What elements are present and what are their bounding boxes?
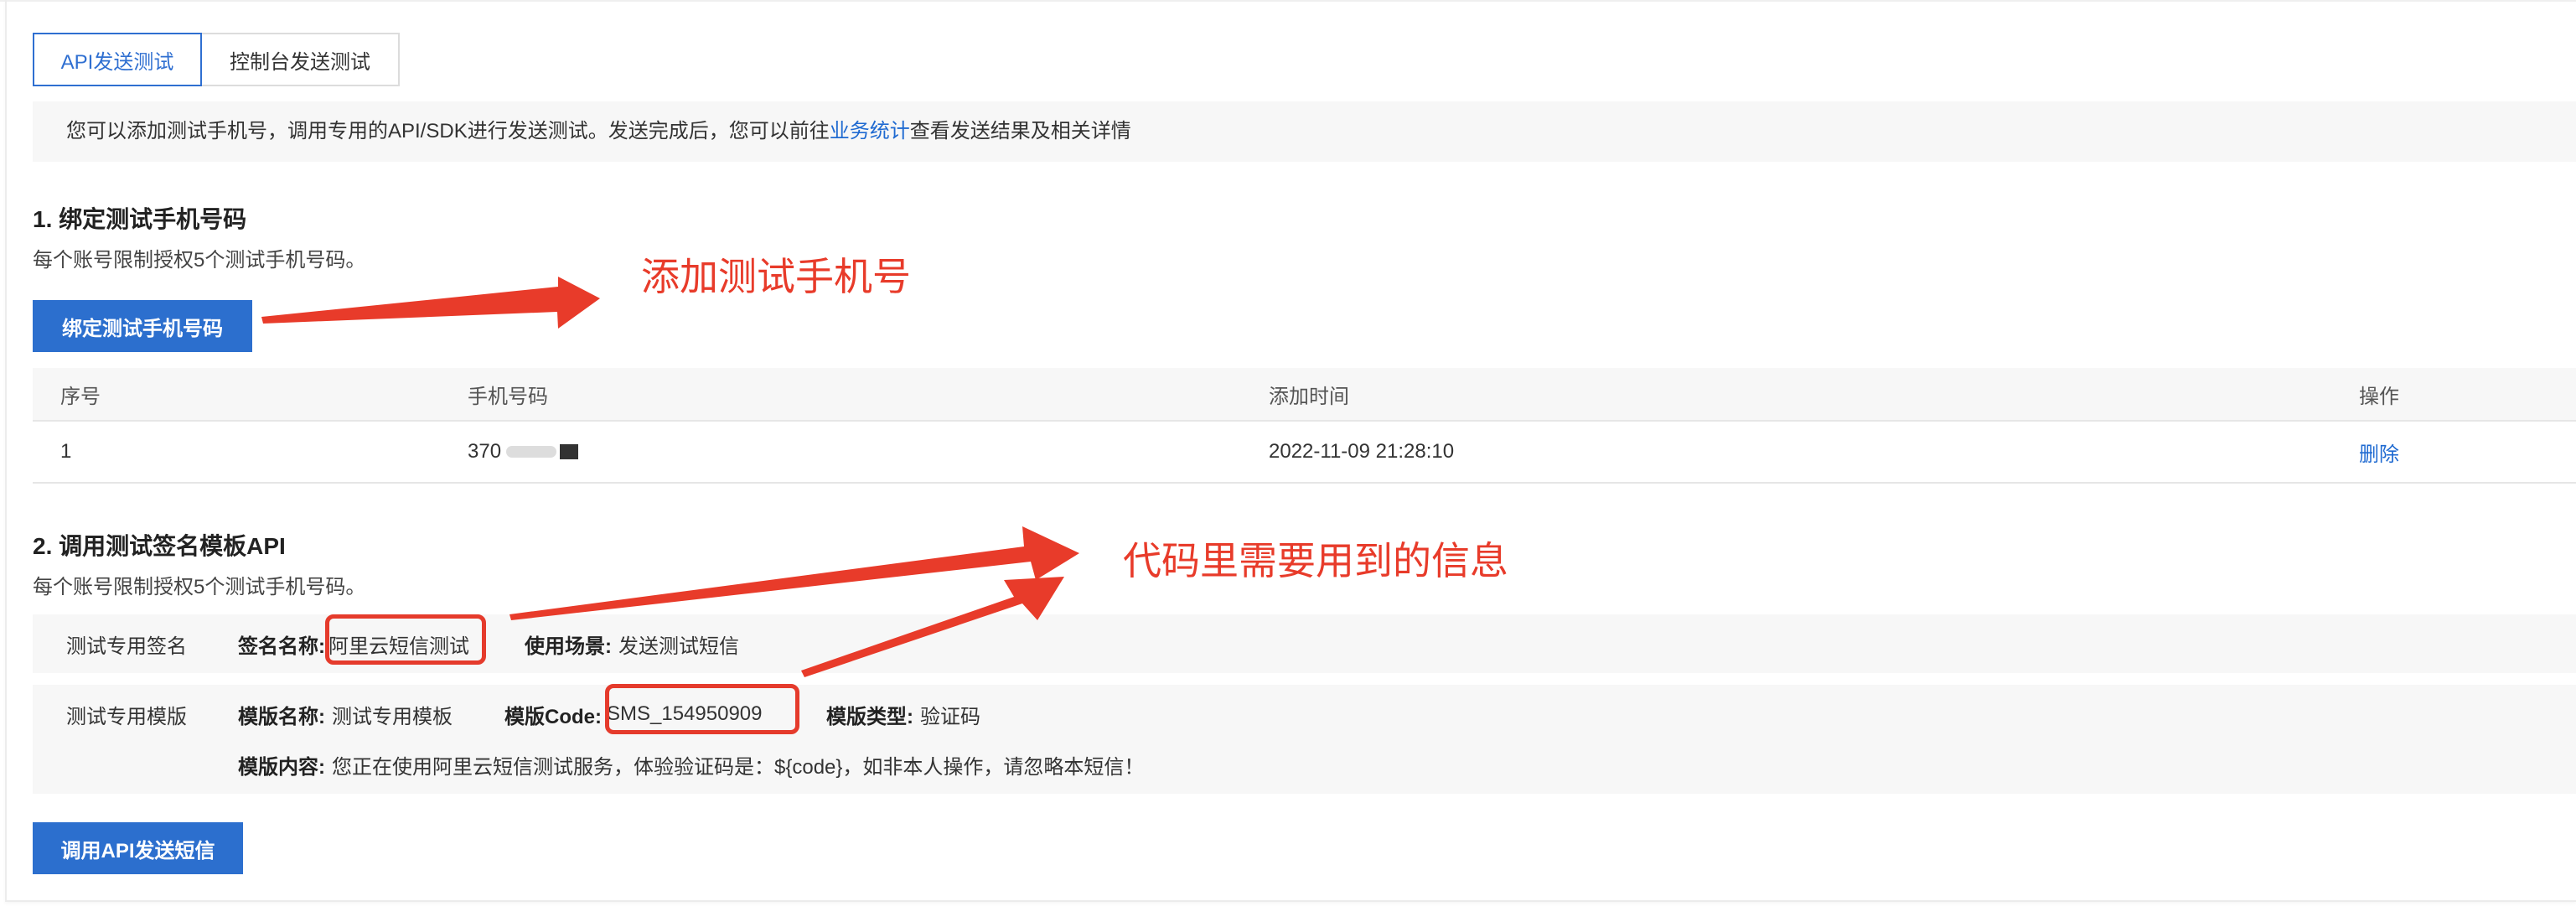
annotation-needed-info: 代码里需要用到的信息 [1123, 538, 1508, 583]
tab-api-send-test[interactable]: API发送测试 [33, 33, 202, 86]
arrow-code-to-info [801, 577, 1064, 677]
annotation-add-phone: 添加测试手机号 [641, 254, 911, 299]
arrow-to-add-phone [261, 277, 600, 329]
annotation-arrows [261, 277, 1079, 677]
